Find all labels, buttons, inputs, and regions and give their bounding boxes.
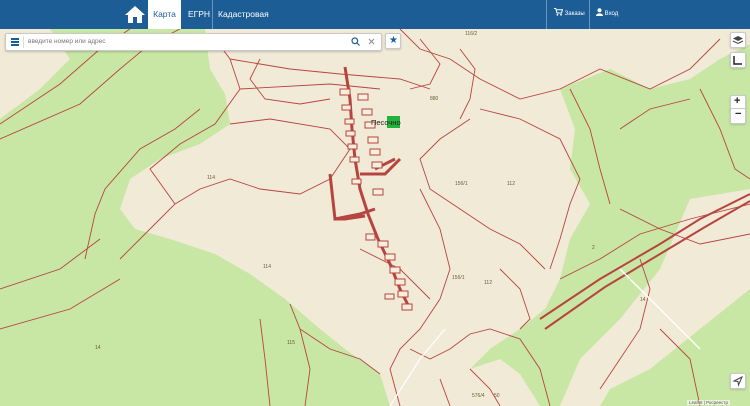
favorites-button[interactable]: ★ [385,33,401,49]
cart-icon [554,8,564,16]
zoom-out-button[interactable]: − [730,108,746,124]
ruler-icon [733,56,742,65]
parcel-label: 15б/1 [455,181,468,187]
parcel-label: 15б/1 [452,275,465,281]
parcel-label: 114 [263,264,271,270]
login-button[interactable]: Вход [596,0,628,29]
cadastral-map[interactable] [0,29,750,406]
clear-icon[interactable] [368,38,375,45]
parcel-label: 2 [592,245,595,251]
parcel-label: 114 [207,175,215,181]
parcel-label: 50 [494,393,500,399]
tab-cadastral-value[interactable]: Кадастровая стоимость [218,0,308,48]
search-icon[interactable] [351,37,360,46]
locate-button[interactable] [730,373,746,389]
place-label: Песочно [371,118,401,127]
parcel-label: 115 [287,340,295,346]
nav-divider [589,0,590,29]
parcel-label: 112 [507,181,515,187]
user-icon [596,8,603,16]
parcel-label: 880 [430,96,439,102]
map-attribution: Leaflet | Росреестр [686,400,730,405]
parcel-label: 14 [95,345,101,351]
nav-divider [546,0,547,29]
orders-button[interactable]: Заказы [554,0,592,29]
divider [23,36,24,48]
parcel-label: 576/4 [472,393,485,399]
measure-button[interactable] [730,52,746,68]
navigation-arrow-icon [732,375,744,387]
parcel-label: 14 [640,297,646,303]
orders-label: Заказы [564,11,585,17]
minus-icon: − [735,108,742,120]
search-bar [5,33,382,51]
layers-button[interactable] [730,32,746,48]
plus-icon: + [734,95,741,107]
tab-map[interactable]: Карта [148,0,181,29]
nav-divider [212,0,213,29]
parcel-label: 112 [484,280,492,286]
tab-egrn[interactable]: ЕГРН [187,0,211,29]
home-icon[interactable] [124,4,146,25]
star-icon: ★ [389,35,398,46]
menu-icon[interactable] [11,38,19,46]
search-input[interactable] [28,35,343,48]
layers-icon [732,36,744,45]
parcel-label: 116/2 [465,31,478,37]
top-navigation-bar: Карта ЕГРН Кадастровая стоимость Заказы … [0,0,750,48]
login-label: Вход [604,11,619,17]
